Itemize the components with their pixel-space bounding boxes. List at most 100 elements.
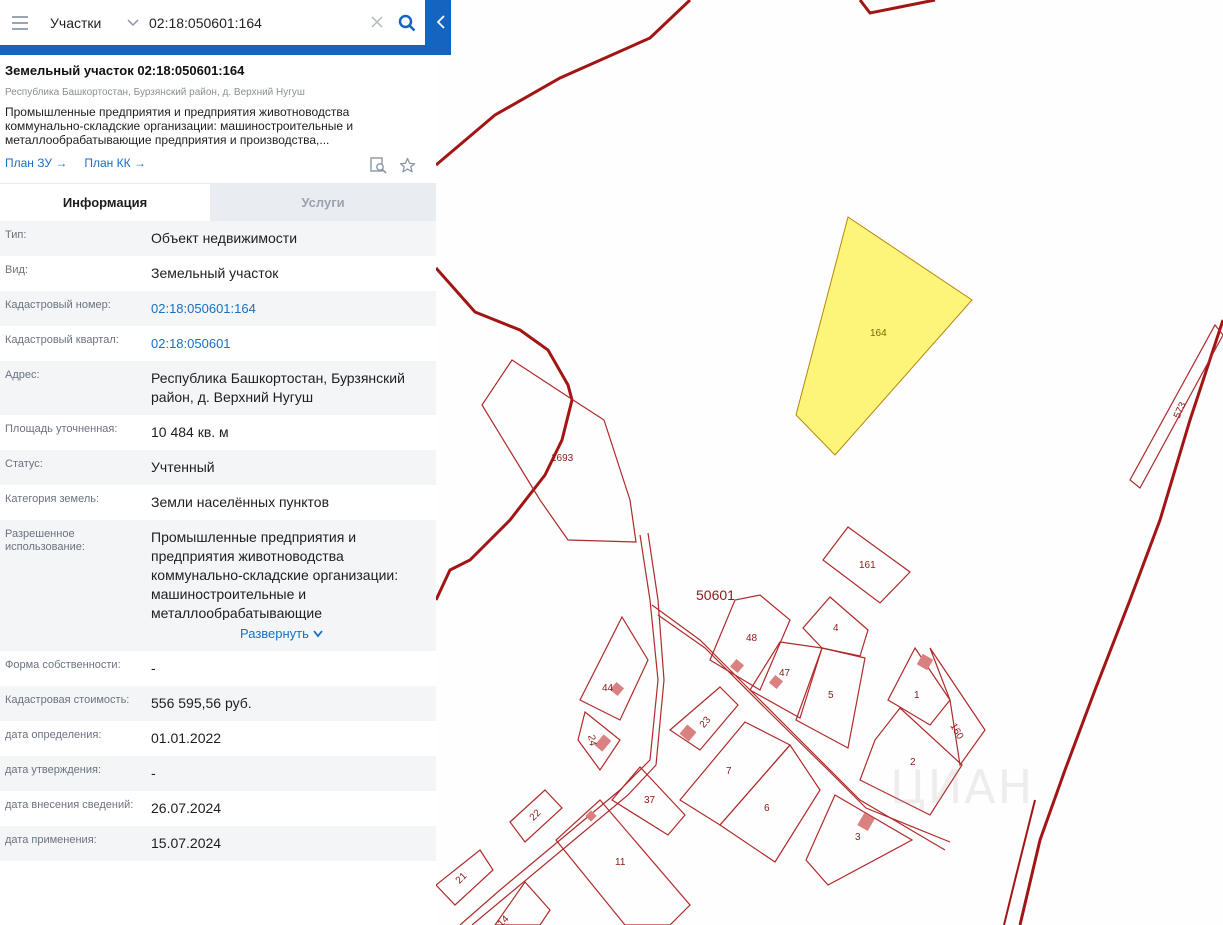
plan-kk-link[interactable]: План КК → xyxy=(84,156,146,170)
search-box: Участки xyxy=(0,0,425,45)
info-value: - xyxy=(151,765,156,781)
search-bar: Участки xyxy=(0,0,451,55)
info-row-status: Статус: Учтенный xyxy=(0,450,436,485)
search-icon[interactable] xyxy=(389,14,425,32)
chevron-down-icon xyxy=(127,16,139,30)
parcel-44 xyxy=(579,615,649,721)
search-type-select[interactable]: Участки xyxy=(40,15,145,31)
info-row-kind: Вид: Земельный участок xyxy=(0,256,436,291)
info-key: Кадастровый номер: xyxy=(5,299,111,311)
plan-zu-link[interactable]: План ЗУ → xyxy=(5,156,67,170)
menu-icon[interactable] xyxy=(0,0,40,45)
info-key: Кадастровый квартал: xyxy=(5,334,119,346)
parcel-1693 xyxy=(481,359,637,543)
parcel-47 xyxy=(749,641,823,719)
info-row-ownership: Форма собственности: - xyxy=(0,651,436,686)
info-key: Кадастровая стоимость: xyxy=(5,694,130,706)
info-row-determination-date: дата определения: 01.01.2022 xyxy=(0,721,436,756)
collapse-panel-button[interactable] xyxy=(433,10,449,34)
tab-services[interactable]: Услуги xyxy=(210,184,436,221)
usage-summary: Промышленные предприятия и предприятия ж… xyxy=(5,105,354,147)
parcel-160 xyxy=(929,647,986,767)
building-3 xyxy=(857,812,875,832)
info-row-application-date: дата применения: 15.07.2024 xyxy=(0,826,436,861)
info-row-approval-date: дата утверждения: - xyxy=(0,756,436,791)
info-value: - xyxy=(151,660,156,676)
info-key: Вид: xyxy=(5,264,28,276)
cadastral-quarter-link[interactable]: 02:18:050601 xyxy=(151,326,431,361)
info-value: Республика Башкортостан, Бурзянский райо… xyxy=(151,370,405,405)
info-value: 01.01.2022 xyxy=(151,730,222,746)
info-key: дата определения: xyxy=(5,729,102,741)
info-row-type: Тип: Объект недвижимости xyxy=(0,221,436,256)
parcel-label: 11 xyxy=(615,857,626,868)
address-subtitle: Республика Башкортостан, Бурзянский райо… xyxy=(5,87,305,98)
cadastral-number-link[interactable]: 02:18:050601:164 xyxy=(151,291,431,326)
info-key: Площадь уточненная: xyxy=(5,423,118,435)
page-title: Земельный участок 02:18:050601:164 xyxy=(5,63,245,78)
parcel-label: 1 xyxy=(914,690,920,701)
parcel-label: 6 xyxy=(764,803,770,814)
info-key: Адрес: xyxy=(5,369,40,381)
chevron-down-icon xyxy=(312,630,323,638)
parcel-label: 24 xyxy=(585,734,598,747)
parcel-label: 37 xyxy=(644,795,656,806)
info-key: дата применения: xyxy=(5,834,97,846)
parcel-7 xyxy=(679,721,791,826)
info-row-cadastral-number: Кадастровый номер: 02:18:050601:164 xyxy=(0,291,436,326)
tabs: Информация Услуги xyxy=(0,183,436,221)
info-key: Форма собственности: xyxy=(5,659,121,671)
tab-information[interactable]: Информация xyxy=(0,184,210,221)
parcel-label: 5 xyxy=(828,690,834,701)
parcel-label: 4 xyxy=(833,623,839,634)
star-icon[interactable] xyxy=(399,157,416,179)
expand-label: Развернуть xyxy=(240,626,309,641)
info-panel: Земельный участок 02:18:050601:164 Респу… xyxy=(0,55,436,925)
info-row-address: Адрес: Республика Башкортостан, Бурзянск… xyxy=(0,361,436,415)
info-value: Земли населённых пунктов xyxy=(151,494,330,510)
road-main-b xyxy=(471,532,665,925)
boundary-line-top xyxy=(435,0,692,167)
parcel-label: 161 xyxy=(859,560,876,571)
parcel-6 xyxy=(719,744,821,863)
info-row-land-category: Категория земель: Земли населённых пункт… xyxy=(0,485,436,520)
info-row-entry-date: дата внесения сведений: 26.07.2024 xyxy=(0,791,436,826)
boundary-line-right-lower xyxy=(1003,799,1036,925)
info-row-cadastral-quarter: Кадастровый квартал: 02:18:050601 xyxy=(0,326,436,361)
info-table: Тип: Объект недвижимости Вид: Земельный … xyxy=(0,221,436,861)
parcel-1 xyxy=(887,646,951,726)
info-key: Статус: xyxy=(5,458,43,470)
info-value: 10 484 кв. м xyxy=(151,424,229,440)
parcel-label: 1693 xyxy=(551,453,574,464)
info-value: 26.07.2024 xyxy=(151,800,222,816)
info-key: дата утверждения: xyxy=(5,764,102,776)
search-type-label: Участки xyxy=(50,14,102,31)
watermark: ЦИАН xyxy=(890,760,1035,814)
header-actions xyxy=(370,157,416,179)
info-value: 15.07.2024 xyxy=(151,835,222,851)
parcel-label: 7 xyxy=(726,766,732,777)
info-value: 556 595,56 руб. xyxy=(151,695,252,711)
parcel-label: 48 xyxy=(746,633,758,644)
info-key: дата внесения сведений: xyxy=(5,799,134,811)
search-input[interactable] xyxy=(145,7,365,38)
info-row-cadastral-value: Кадастровая стоимость: 556 595,56 руб. xyxy=(0,686,436,721)
info-key: Категория земель: xyxy=(5,493,100,505)
panel-header: Земельный участок 02:18:050601:164 Респу… xyxy=(0,55,436,183)
boundary-line-left xyxy=(434,267,574,601)
info-value: Земельный участок xyxy=(151,265,279,281)
info-row-permitted-use: Разрешенное использование: Промышленные … xyxy=(0,520,436,651)
building-48 xyxy=(729,658,745,674)
parcel-label: 3 xyxy=(855,832,861,843)
boundary-line-top-right xyxy=(858,0,936,15)
road-main-a xyxy=(459,534,659,925)
building-23 xyxy=(679,724,697,742)
info-value: Объект недвижимости xyxy=(151,230,298,246)
info-value: Учтенный xyxy=(151,459,215,475)
boundary-line-right xyxy=(1018,319,1223,925)
search-doc-icon[interactable] xyxy=(370,157,387,179)
expand-button[interactable]: Развернуть xyxy=(240,626,323,641)
info-key: Разрешенное использование: xyxy=(5,528,85,553)
building-1 xyxy=(916,653,934,671)
clear-icon[interactable] xyxy=(365,12,389,33)
